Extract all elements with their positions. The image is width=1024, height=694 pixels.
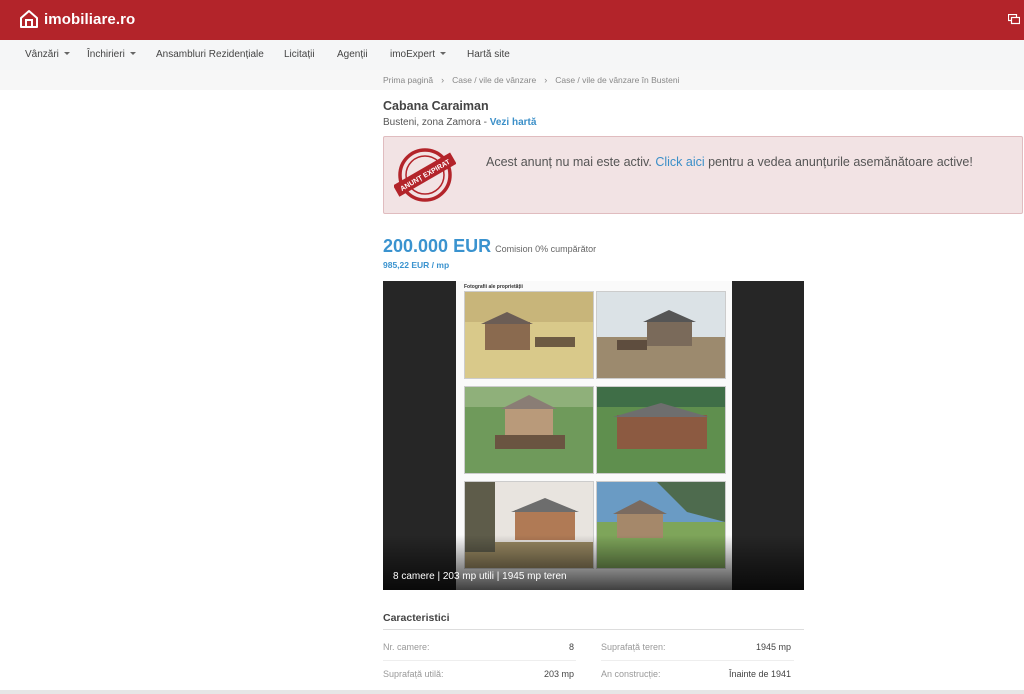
spec-label-usable-area: Suprafață utilă: — [383, 669, 444, 679]
price-commission: Comision 0% cumpărător — [495, 244, 597, 254]
house-logo-icon — [20, 10, 38, 28]
location-text: Busteni, zona Zamora — [383, 117, 481, 128]
nav-item-harta-site[interactable]: Hartă site — [467, 49, 510, 60]
price-per-sqm: 985,22 EUR / mp — [383, 260, 450, 270]
nav-item-agentii[interactable]: Agenții — [337, 49, 368, 60]
similar-listings-link[interactable]: Click aici — [655, 155, 704, 169]
listing-title: Cabana Caraiman — [383, 99, 489, 113]
nav-item-inchirieri[interactable]: Închirieri — [87, 49, 136, 60]
map-link[interactable]: Vezi hartă — [490, 117, 537, 128]
logo[interactable]: imobiliare.ro — [18, 8, 135, 30]
breadcrumb: Prima pagină › Case / vile de vânzare › Case… — [383, 75, 679, 85]
cabin-photo — [596, 291, 726, 379]
breadcrumb-separator-icon: › — [441, 75, 445, 85]
specs-title: Caracteristici — [383, 612, 450, 624]
photo-gallery[interactable]: Fotografii ale proprietății 8 camere | 2… — [383, 281, 804, 590]
divider — [601, 660, 794, 661]
expired-alert: ANUNȚ EXPIRAT Acest anunț nu mai este ac… — [383, 136, 1023, 214]
breadcrumb-home[interactable]: Prima pagină — [383, 75, 433, 85]
top-header: imobiliare.ro — [0, 0, 1024, 40]
location-separator: - — [480, 117, 490, 128]
breadcrumb-separator-icon: › — [544, 75, 548, 85]
main-nav: Vânzări Închirieri Ansambluri Rezidenția… — [0, 40, 1024, 71]
price-amount: 200.000 EUR — [383, 236, 492, 256]
nav-item-licitatii[interactable]: Licitații — [284, 49, 315, 60]
nav-item-vanzari[interactable]: Vânzări — [25, 49, 70, 60]
divider — [383, 660, 576, 661]
alert-message: Acest anunț nu mai este activ. Click aic… — [486, 155, 973, 169]
spec-value-land-area: 1945 mp — [755, 642, 791, 652]
cabin-photo — [596, 386, 726, 474]
spec-label-construction-year: An construcție: — [601, 669, 661, 679]
expired-stamp-icon: ANUNȚ EXPIRAT — [394, 148, 456, 202]
nav-item-ansambluri[interactable]: Ansambluri Rezidențiale — [156, 49, 264, 60]
chevron-down-icon — [63, 52, 70, 55]
divider — [383, 629, 804, 630]
logo-text: imobiliare.ro — [44, 10, 136, 28]
messages-icon[interactable] — [1008, 14, 1020, 25]
doc-header: Fotografii ale proprietății — [464, 284, 523, 290]
breadcrumb-case-vile[interactable]: Case / vile de vânzare — [452, 75, 536, 85]
price-block: 200.000 EUR Comision 0% cumpărător — [383, 236, 596, 257]
spec-value-construction-year: Înainte de 1941 — [728, 669, 791, 679]
chevron-down-icon — [440, 52, 447, 55]
listing-location: Busteni, zona Zamora - Vezi hartă — [383, 117, 536, 128]
chevron-down-icon — [129, 52, 136, 55]
cabin-photo — [464, 386, 594, 474]
bottom-bar — [0, 690, 1024, 694]
nav-item-imoexpert[interactable]: imoExpert — [390, 49, 447, 60]
breadcrumb-busteni[interactable]: Case / vile de vânzare în Busteni — [555, 75, 679, 85]
spec-value-rooms: 8 — [568, 642, 574, 652]
cabin-photo — [464, 291, 594, 379]
spec-value-usable-area: 203 mp — [543, 669, 574, 679]
gallery-caption: 8 camere | 203 mp utili | 1945 mp teren — [393, 571, 567, 582]
spec-label-land-area: Suprafață teren: — [601, 642, 666, 652]
spec-label-rooms: Nr. camere: — [383, 642, 430, 652]
